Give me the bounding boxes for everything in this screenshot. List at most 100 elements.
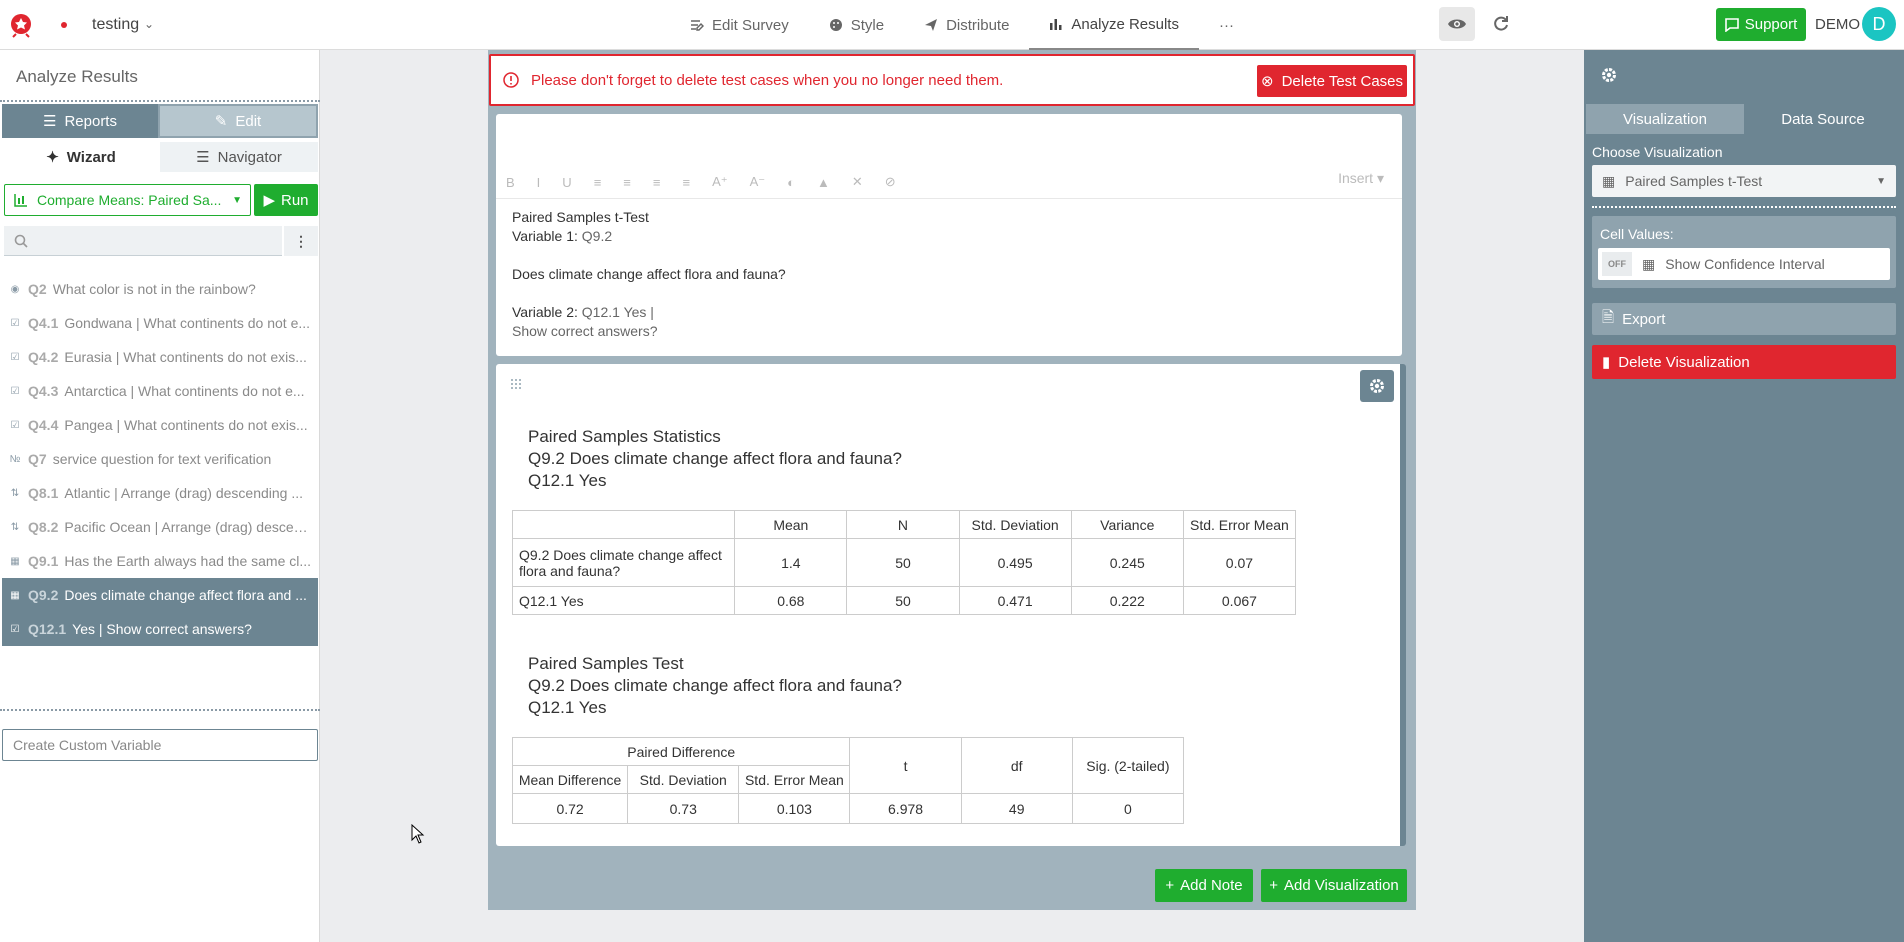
confidence-interval-toggle[interactable]: OFF ▦ Show Confidence Interval bbox=[1598, 248, 1890, 280]
survey-name[interactable]: testing bbox=[92, 16, 139, 34]
nav-distribute[interactable]: Distribute bbox=[904, 0, 1029, 50]
list-item[interactable]: ◉ Q2 What color is not in the rainbow? bbox=[2, 272, 318, 306]
numeric-icon: № bbox=[9, 453, 21, 465]
table-row: 0.72 0.73 0.103 6.978 49 0 bbox=[511, 793, 1185, 824]
clear-format-icon[interactable]: ✕ bbox=[852, 174, 863, 190]
export-button[interactable]: 🗎 Export bbox=[1592, 303, 1896, 335]
nav-style[interactable]: Style bbox=[809, 0, 904, 50]
visualization-settings-button[interactable] bbox=[1360, 370, 1394, 402]
visualization-select[interactable]: ▦ Paired Samples t-Test ▼ bbox=[1592, 165, 1896, 197]
app-logo-icon[interactable] bbox=[8, 10, 36, 38]
table-row: Q12.1 Yes 0.68 50 0.471 0.222 0.067 bbox=[511, 586, 1297, 615]
column-header: Std. Deviation bbox=[958, 510, 1072, 539]
list-item[interactable]: № Q7 service question for text verificatio… bbox=[2, 442, 318, 476]
avatar[interactable]: D bbox=[1862, 7, 1896, 41]
question-list: ◉ Q2 What color is not in the rainbow? ☑ Q4… bbox=[2, 272, 318, 646]
alert-circle-icon bbox=[503, 72, 519, 88]
preview-button[interactable] bbox=[1439, 7, 1475, 41]
list-item[interactable]: ⇅ Q8.1 Atlantic | Arrange (drag) descendin… bbox=[2, 476, 318, 510]
confidence-label: Show Confidence Interval bbox=[1665, 256, 1825, 272]
checkbox-icon: ☑ bbox=[10, 317, 20, 329]
align-left-icon[interactable]: ≡ bbox=[594, 175, 602, 190]
search-icon bbox=[14, 234, 28, 248]
delete-test-cases-label: Delete Test Cases bbox=[1281, 72, 1404, 90]
custom-variable-input[interactable]: Create Custom Variable bbox=[2, 729, 318, 761]
italic-icon[interactable]: I bbox=[537, 175, 541, 190]
palette-icon[interactable]: ◐ bbox=[787, 175, 795, 190]
add-visualization-button[interactable]: + Add Visualization bbox=[1261, 869, 1407, 902]
left-sidebar: Analyze Results ☰ Reports ✎ Edit ✦ Wizar… bbox=[0, 50, 320, 942]
bold-icon[interactable]: B bbox=[506, 175, 515, 190]
table-cell: 0.07 bbox=[1182, 538, 1297, 587]
list-item[interactable]: ▦ Q9.2 Does climate change affect flora an… bbox=[2, 578, 318, 612]
stats-subtitle: Q12.1 Yes bbox=[528, 471, 607, 490]
list-item[interactable]: ☑ Q4.4 Pangea | What continents do not exi… bbox=[2, 408, 318, 442]
question-id: Q4.3 bbox=[28, 383, 59, 399]
refresh-button[interactable] bbox=[1483, 7, 1519, 41]
table-cell: 0.495 bbox=[958, 538, 1072, 587]
nav-more[interactable]: ··· bbox=[1199, 0, 1254, 50]
question-text: Does climate change affect flora and ... bbox=[64, 587, 307, 603]
rank-icon: ⇅ bbox=[10, 521, 20, 533]
question-text: Does climate change affect flora and fau… bbox=[512, 266, 786, 282]
reports-tab[interactable]: ☰ Reports bbox=[2, 104, 158, 138]
nav-edit-survey[interactable]: Edit Survey bbox=[670, 0, 809, 50]
nav-analyze-results[interactable]: Analyze Results bbox=[1029, 0, 1199, 50]
cell-values-section: Cell Values: OFF ▦ Show Confidence Inter… bbox=[1592, 216, 1896, 288]
list-item[interactable]: ☑ Q4.3 Antarctica | What continents do not… bbox=[2, 374, 318, 408]
note-editor[interactable]: B I U ≡ ≡ ≡ ≡ A⁺ A⁻ ◐ ▲ ✕ ⊘ Insert ▾ Pai… bbox=[496, 114, 1402, 356]
unsaved-dot bbox=[61, 22, 67, 28]
nav-label: Edit Survey bbox=[712, 16, 789, 34]
off-switch[interactable]: OFF bbox=[1602, 252, 1632, 276]
table-cell: 0.067 bbox=[1182, 586, 1297, 615]
fill-icon[interactable]: ▲ bbox=[817, 175, 830, 190]
question-id: Q4.2 bbox=[28, 349, 59, 365]
editor-toolbar: B I U ≡ ≡ ≡ ≡ A⁺ A⁻ ◐ ▲ ✕ ⊘ bbox=[506, 170, 1392, 194]
statistics-title: Paired Samples Statistics Q9.2 Does clim… bbox=[528, 426, 902, 492]
delete-visualization-button[interactable]: ▮ Delete Visualization bbox=[1592, 345, 1896, 379]
table-cell: 1.4 bbox=[734, 538, 848, 587]
run-button[interactable]: ▶ Run bbox=[254, 184, 318, 216]
insert-dropdown[interactable]: Insert ▾ bbox=[1338, 170, 1384, 187]
table-cell: 0.72 bbox=[511, 793, 629, 824]
list-item[interactable]: ☑ Q4.2 Eurasia | What continents do not ex… bbox=[2, 340, 318, 374]
unlink-icon[interactable]: ⊘ bbox=[885, 174, 896, 190]
underline-icon[interactable]: U bbox=[562, 175, 571, 190]
drag-handle-icon[interactable] bbox=[510, 378, 522, 390]
main-nav: Edit Survey Style Distribute Analyze Res… bbox=[670, 0, 1254, 50]
support-button[interactable]: Support bbox=[1716, 8, 1806, 41]
kebab-menu-icon[interactable]: ⋮ bbox=[284, 226, 318, 256]
stats-heading: Paired Samples Statistics bbox=[528, 427, 721, 446]
delete-test-cases-button[interactable]: ⊗ Delete Test Cases bbox=[1257, 65, 1407, 97]
align-justify-icon[interactable]: ≡ bbox=[682, 175, 690, 190]
align-center-icon[interactable]: ≡ bbox=[623, 175, 631, 190]
navigator-tab[interactable]: ☰ Navigator bbox=[160, 142, 318, 172]
eye-icon bbox=[1448, 19, 1466, 29]
editor-content[interactable]: Paired Samples t-Test Variable 1: Q9.2 D… bbox=[512, 208, 786, 341]
table-cell: 0.245 bbox=[1070, 538, 1184, 587]
account-name[interactable]: DEMO bbox=[1815, 16, 1860, 33]
wizard-tab[interactable]: ✦ Wizard bbox=[2, 142, 160, 172]
list-item[interactable]: ⇅ Q8.2 Pacific Ocean | Arrange (drag) desc… bbox=[2, 510, 318, 544]
add-note-button[interactable]: + Add Note bbox=[1155, 869, 1253, 902]
variable-1-value: Q9.2 bbox=[581, 228, 613, 244]
list-item[interactable]: ☑ Q12.1 Yes | Show correct answers? bbox=[2, 612, 318, 646]
bar-chart-icon bbox=[1050, 19, 1062, 30]
tab-visualization[interactable]: Visualization bbox=[1586, 104, 1744, 134]
caret-down-icon: ▼ bbox=[1876, 175, 1886, 187]
file-export-icon: 🗎 bbox=[1602, 308, 1615, 326]
edit-tab[interactable]: ✎ Edit bbox=[160, 106, 316, 136]
list-item[interactable]: ☑ Q4.1 Gondwana | What continents do not e… bbox=[2, 306, 318, 340]
list-item[interactable]: ▦ Q9.1 Has the Earth always had the same c… bbox=[2, 544, 318, 578]
tab-data-source[interactable]: Data Source bbox=[1744, 104, 1902, 134]
plus-icon: + bbox=[1269, 877, 1278, 894]
test-cases-alert: Please don't forget to delete test cases… bbox=[489, 54, 1415, 106]
chevron-down-icon[interactable]: ⌄ bbox=[144, 17, 154, 31]
variable-2-label: Variable 2: bbox=[512, 304, 578, 320]
font-size-down-icon[interactable]: A⁻ bbox=[750, 174, 766, 190]
question-search-input[interactable] bbox=[4, 226, 282, 256]
font-size-up-icon[interactable]: A⁺ bbox=[712, 174, 728, 190]
radio-icon: ◉ bbox=[10, 283, 20, 295]
align-right-icon[interactable]: ≡ bbox=[653, 175, 661, 190]
analysis-type-select[interactable]: Compare Means: Paired Sa... ▼ bbox=[4, 184, 251, 216]
